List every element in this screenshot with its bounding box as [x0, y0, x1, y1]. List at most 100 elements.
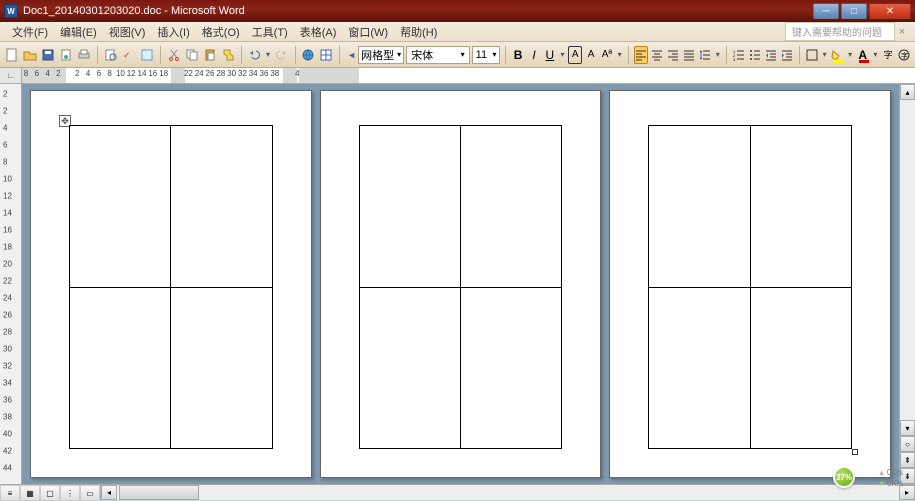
- upload-speed: 0K/s: [878, 468, 903, 479]
- new-doc-button[interactable]: [4, 46, 20, 64]
- close-button[interactable]: ✕: [869, 3, 911, 19]
- svg-text:字: 字: [901, 51, 908, 60]
- outline-view-button[interactable]: ⋮: [60, 485, 80, 501]
- horizontal-ruler[interactable]: ∟ 86422468101214161822242628303234363842…: [0, 68, 915, 84]
- menu-view[interactable]: 视图(V): [103, 22, 152, 42]
- menu-tools[interactable]: 工具(T): [246, 22, 294, 42]
- download-speed: 0K/s: [878, 479, 903, 490]
- minimize-button[interactable]: ─: [813, 3, 839, 19]
- maximize-button[interactable]: □: [841, 3, 867, 19]
- font-value: 宋体: [411, 47, 433, 63]
- align-center-button[interactable]: [650, 46, 664, 64]
- underline-button[interactable]: U: [543, 46, 557, 64]
- menu-file[interactable]: 文件(F): [6, 22, 54, 42]
- menubar: 文件(F) 编辑(E) 视图(V) 插入(I) 格式(O) 工具(T) 表格(A…: [0, 22, 915, 42]
- undo-button[interactable]: [246, 46, 262, 64]
- vertical-scrollbar[interactable]: ▴ ▾ ○ ⇞ ⇟: [899, 84, 915, 484]
- scroll-up-button[interactable]: ▴: [900, 84, 915, 100]
- open-button[interactable]: [22, 46, 38, 64]
- numbering-button[interactable]: 123: [732, 46, 746, 64]
- menu-table[interactable]: 表格(A): [294, 22, 343, 42]
- bullets-button[interactable]: [748, 46, 762, 64]
- workspace: 2246810121416182022242628303234363840424…: [0, 84, 915, 484]
- decrease-indent-button[interactable]: [764, 46, 778, 64]
- align-justify-button[interactable]: [682, 46, 696, 64]
- help-search-input[interactable]: 键入需要帮助的问题: [785, 22, 895, 41]
- page-2[interactable]: [320, 90, 602, 478]
- vertical-ruler[interactable]: 2246810121416182022242628303234363840424…: [0, 84, 22, 484]
- hscroll-thumb[interactable]: [119, 485, 199, 500]
- page-3[interactable]: [609, 90, 891, 478]
- horizontal-scrollbar[interactable]: ◂ ▸: [101, 485, 915, 500]
- undo-dropdown[interactable]: ▾: [264, 50, 271, 59]
- browse-object-button[interactable]: ○: [900, 436, 915, 452]
- table[interactable]: [359, 125, 563, 449]
- table-resize-handle[interactable]: [852, 449, 858, 455]
- underline-dropdown[interactable]: ▾: [559, 50, 566, 59]
- cut-button[interactable]: [166, 46, 182, 64]
- network-stats: 0K/s 0K/s: [878, 468, 903, 490]
- menu-edit[interactable]: 编辑(E): [54, 22, 103, 42]
- copy-button[interactable]: [184, 46, 200, 64]
- research-button[interactable]: [139, 46, 155, 64]
- svg-text:✓: ✓: [123, 50, 131, 60]
- spellcheck-button[interactable]: ✓: [121, 46, 137, 64]
- style-selector[interactable]: 网格型▾: [358, 46, 404, 64]
- char-shading-button[interactable]: A: [584, 46, 598, 64]
- redo-button[interactable]: [274, 46, 290, 64]
- prev-page-button[interactable]: ⇞: [900, 452, 915, 468]
- format-painter-button[interactable]: [220, 46, 236, 64]
- highlight-dropdown[interactable]: ▾: [846, 50, 853, 59]
- permission-button[interactable]: [58, 46, 74, 64]
- page-1[interactable]: ✥: [30, 90, 312, 478]
- svg-text:3: 3: [733, 57, 736, 61]
- char-scaling-button[interactable]: Aª: [600, 46, 614, 64]
- char-border-button[interactable]: A: [568, 46, 582, 64]
- print-preview-button[interactable]: [103, 46, 119, 64]
- menu-insert[interactable]: 插入(I): [151, 22, 195, 42]
- enclose-button[interactable]: 字: [897, 46, 911, 64]
- network-badge[interactable]: 37%: [833, 466, 855, 488]
- table[interactable]: [648, 125, 852, 449]
- font-size-selector[interactable]: 11▾: [472, 46, 501, 64]
- document-canvas[interactable]: ✥: [22, 84, 899, 484]
- style-prev-icon[interactable]: ◄: [347, 50, 356, 60]
- size-value: 11: [476, 49, 487, 61]
- scroll-down-button[interactable]: ▾: [900, 420, 915, 436]
- tables-borders-button[interactable]: [318, 46, 334, 64]
- line-spacing-button[interactable]: [698, 46, 712, 64]
- scroll-left-button[interactable]: ◂: [101, 485, 117, 500]
- style-value: 网格型: [361, 47, 394, 63]
- align-right-button[interactable]: [666, 46, 680, 64]
- line-spacing-dropdown[interactable]: ▾: [714, 50, 721, 59]
- ruler-corner[interactable]: ∟: [0, 68, 22, 83]
- toolbar: ✓ ▾ ◄ 网格型▾ 宋体▾ 11▾ B I U ▾ A A Aª ▾ ▾ 12…: [0, 42, 915, 68]
- borders-dropdown[interactable]: ▾: [821, 50, 828, 59]
- paste-button[interactable]: [202, 46, 218, 64]
- menubar-close-icon[interactable]: ×: [895, 26, 909, 38]
- menu-format[interactable]: 格式(O): [196, 22, 246, 42]
- bold-button[interactable]: B: [511, 46, 525, 64]
- normal-view-button[interactable]: ≡: [0, 485, 20, 501]
- font-color-dropdown[interactable]: ▾: [872, 50, 879, 59]
- app-icon: W: [4, 4, 18, 18]
- print-button[interactable]: [76, 46, 92, 64]
- print-view-button[interactable]: ▢: [40, 485, 60, 501]
- increase-indent-button[interactable]: [780, 46, 794, 64]
- window-titlebar: W Doc1_20140301203020.doc - Microsoft Wo…: [0, 0, 915, 22]
- table[interactable]: [69, 125, 273, 449]
- reading-view-button[interactable]: ▭: [80, 485, 100, 501]
- italic-button[interactable]: I: [527, 46, 541, 64]
- menu-window[interactable]: 窗口(W): [342, 22, 394, 42]
- save-button[interactable]: [40, 46, 56, 64]
- char-scaling-dropdown[interactable]: ▾: [616, 50, 623, 59]
- hyperlink-button[interactable]: [300, 46, 316, 64]
- font-color-button[interactable]: A: [856, 46, 870, 64]
- font-selector[interactable]: 宋体▾: [406, 46, 469, 64]
- menu-help[interactable]: 帮助(H): [394, 22, 443, 42]
- align-left-button[interactable]: [634, 46, 648, 64]
- borders-button[interactable]: [805, 46, 819, 64]
- phonetic-button[interactable]: 字: [881, 46, 895, 64]
- highlight-button[interactable]: [830, 46, 844, 64]
- web-view-button[interactable]: ▦: [20, 485, 40, 501]
